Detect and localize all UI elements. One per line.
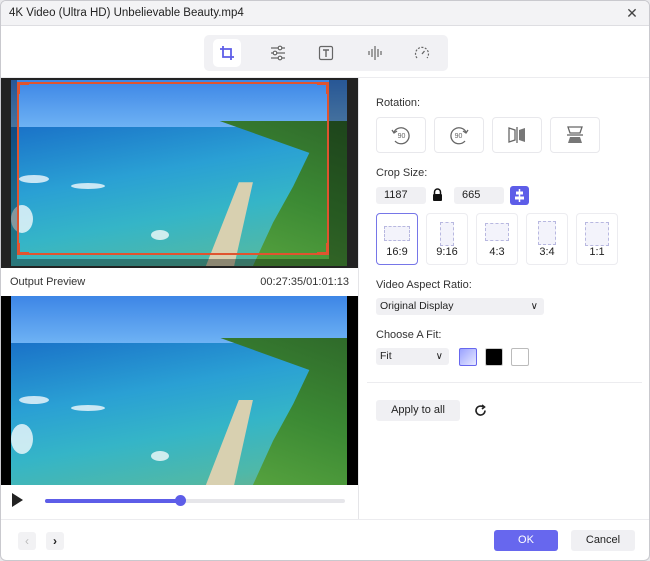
tab-audio[interactable] [361, 39, 389, 67]
speedometer-icon [414, 46, 430, 59]
progress-slider[interactable] [45, 495, 345, 506]
crop-handle[interactable] [17, 243, 29, 255]
previous-button[interactable]: ‹ [18, 532, 36, 550]
chevron-down-icon: ∨ [435, 351, 443, 362]
apply-to-all-button[interactable]: Apply to all [376, 400, 460, 421]
crop-settings-panel: Rotation: 90 90 Crop Size: 1187 665 16:9… [359, 78, 649, 519]
crop-height-input[interactable]: 665 [454, 187, 504, 204]
cancel-button[interactable]: Cancel [571, 530, 635, 551]
sliders-icon [271, 45, 285, 61]
crop-width-input[interactable]: 1187 [376, 187, 426, 204]
flip-horizontal-icon [508, 127, 525, 143]
crop-video-area [1, 78, 358, 268]
swatch-black[interactable] [485, 348, 503, 366]
center-align-icon [515, 189, 524, 202]
reset-button[interactable] [471, 400, 489, 420]
audio-wave-icon [368, 46, 382, 60]
preview-header: Output Preview 00:27:35/01:01:13 [1, 269, 358, 296]
crop-handle[interactable] [17, 82, 29, 94]
ok-button[interactable]: OK [494, 530, 558, 551]
edit-toolbar [204, 35, 448, 71]
flip-vertical-icon [567, 126, 583, 143]
output-video-frame [11, 296, 347, 485]
ratio-4-3[interactable]: 4:3 [476, 213, 518, 265]
crop-rectangle[interactable] [17, 82, 329, 255]
play-button[interactable] [12, 493, 23, 507]
rotate-right-90-icon: 90 [450, 127, 469, 145]
divider [1, 519, 649, 520]
divider [367, 382, 642, 383]
ratio-9-16[interactable]: 9:16 [426, 213, 468, 265]
crop-dialog: 4K Video (Ultra HD) Unbelievable Beauty.… [0, 0, 650, 561]
svg-text:90: 90 [455, 133, 463, 140]
crop-size-label: Crop Size: [376, 167, 428, 179]
tab-effects[interactable] [264, 39, 292, 67]
ratio-16-9[interactable]: 16:9 [376, 213, 418, 265]
rotate-left-90-icon: 90 [391, 127, 410, 145]
swatch-blur[interactable] [459, 348, 477, 366]
crop-handle[interactable] [317, 243, 329, 255]
refresh-icon [474, 403, 486, 416]
chevron-down-icon: ∨ [530, 301, 538, 312]
output-preview-label: Output Preview [10, 276, 86, 288]
tab-crop[interactable] [213, 39, 241, 67]
next-button[interactable]: › [46, 532, 64, 550]
aspect-ratio-select[interactable]: Original Display ∨ [376, 298, 544, 315]
playback-time: 00:27:35/01:01:13 [260, 276, 349, 288]
fit-select[interactable]: Fit ∨ [376, 348, 449, 365]
lock-icon[interactable] [432, 188, 443, 201]
output-preview-video [1, 296, 358, 485]
crop-handle[interactable] [317, 82, 329, 94]
ratio-3-4[interactable]: 3:4 [526, 213, 568, 265]
text-icon [318, 45, 334, 61]
rotate-left-button[interactable]: 90 [376, 117, 426, 153]
title-bar: 4K Video (Ultra HD) Unbelievable Beauty.… [1, 1, 649, 26]
rotate-right-button[interactable]: 90 [434, 117, 484, 153]
swatch-white[interactable] [511, 348, 529, 366]
aspect-ratio-label: Video Aspect Ratio: [376, 279, 472, 291]
progress-fill [45, 499, 180, 503]
chevron-right-icon: › [53, 534, 57, 548]
ratio-1-1[interactable]: 1:1 [576, 213, 618, 265]
tab-speed[interactable] [408, 39, 436, 67]
window-title: 4K Video (Ultra HD) Unbelievable Beauty.… [9, 7, 244, 19]
close-icon[interactable]: ✕ [623, 4, 641, 22]
fit-label: Choose A Fit: [376, 329, 442, 341]
tab-watermark[interactable] [312, 39, 340, 67]
chevron-left-icon: ‹ [25, 534, 29, 548]
flip-vertical-button[interactable] [550, 117, 600, 153]
center-crop-button[interactable] [510, 186, 529, 205]
rotation-label: Rotation: [376, 97, 421, 109]
crop-icon [220, 46, 234, 60]
flip-horizontal-button[interactable] [492, 117, 542, 153]
svg-text:90: 90 [398, 133, 406, 140]
progress-handle[interactable] [175, 495, 186, 506]
